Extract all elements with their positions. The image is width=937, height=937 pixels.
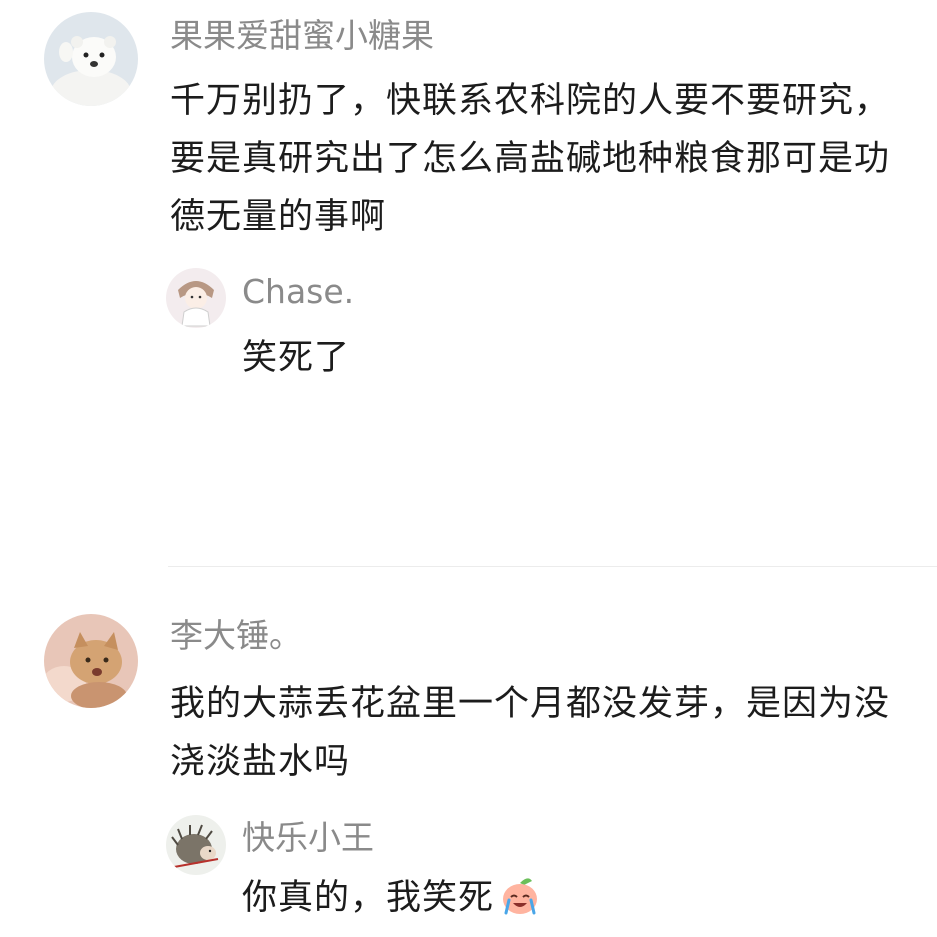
reply-text-content: 你真的，我笑死: [242, 878, 495, 918]
comment-text: 我的大蒜丢花盆里一个月都没发芽，是因为没浇淡盐水吗: [170, 684, 891, 782]
divider: [168, 566, 937, 567]
avatar[interactable]: [166, 268, 226, 328]
username[interactable]: 果果爱甜蜜小糖果: [170, 16, 434, 56]
crying-laughing-peach-emoji-icon: [498, 873, 542, 917]
cat-avatar-icon: [44, 614, 138, 708]
avatar[interactable]: [166, 815, 226, 875]
cartoon-girl-avatar-icon: [166, 268, 226, 328]
username[interactable]: 李大锤。: [170, 616, 302, 656]
comment-text: 千万别扔了，快联系农科院的人要不要研究，要是真研究出了怎么高盐碱地种粮食那可是功…: [170, 81, 891, 237]
avatar[interactable]: [44, 12, 138, 106]
white-otter-avatar-icon: [44, 12, 138, 106]
reply-username[interactable]: 快乐小王: [242, 818, 374, 858]
hedgehog-avatar-icon: [166, 815, 226, 875]
avatar[interactable]: [44, 614, 138, 708]
reply-username[interactable]: Chase.: [242, 272, 354, 312]
reply-text: 你真的，我笑死: [242, 873, 542, 921]
reply-text: 笑死了: [242, 338, 351, 378]
